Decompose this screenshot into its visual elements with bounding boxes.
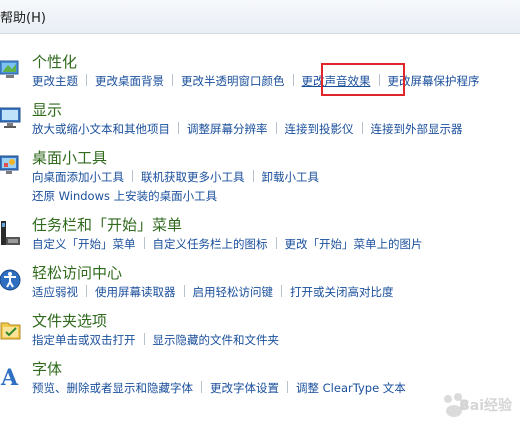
separator (172, 74, 173, 86)
link-add-gadgets[interactable]: 向桌面添加小工具 (32, 170, 124, 184)
links-gadgets-row1: 向桌面添加小工具 联机获取更多小工具 卸载小工具 (32, 169, 319, 185)
category-title-folder-options[interactable]: 文件夹选项 (32, 311, 107, 331)
link-customize-taskbar-icons[interactable]: 自定义任务栏上的图标 (153, 237, 268, 251)
link-preview-fonts[interactable]: 预览、删除或者显示和隐藏字体 (32, 381, 193, 395)
link-show-hidden-files[interactable]: 显示隐藏的文件和文件夹 (153, 333, 280, 347)
separator (252, 170, 254, 182)
menu-help[interactable]: 帮助(H) (0, 11, 46, 27)
links-display: 放大或缩小文本和其他项目 调整屏幕分辨率 连接到投影仪 连接到外部显示器 (32, 121, 463, 137)
links-taskbar: 自定义「开始」菜单 自定义任务栏上的图标 更改「开始」菜单上的图片 (32, 236, 423, 252)
links-gadgets-row2: 还原 Windows 上安装的桌面小工具 (32, 188, 217, 204)
link-enable-ease-of-access-keys[interactable]: 启用轻松访问键 (193, 285, 274, 299)
links-personalization: 更改主题 更改桌面背景 更改半透明窗口颜色 更改声音效果 更改屏幕保护程序 (32, 73, 480, 89)
display-icon (0, 104, 22, 132)
links-fonts: 预览、删除或者显示和隐藏字体 更改字体设置 调整 ClearType 文本 (32, 380, 406, 396)
link-adjust-resolution[interactable]: 调整屏幕分辨率 (187, 122, 268, 136)
link-uninstall-gadget[interactable]: 卸载小工具 (262, 170, 320, 184)
fonts-icon: A (0, 363, 22, 391)
links-ease-of-access: 适应弱视 使用屏幕读取器 启用轻松访问键 打开或关闭高对比度 (32, 284, 394, 300)
separator (143, 237, 145, 249)
link-restore-gadgets[interactable]: 还原 Windows 上安装的桌面小工具 (32, 189, 217, 203)
links-folder-options: 指定单击或双击打开 显示隐藏的文件和文件夹 (32, 332, 279, 348)
category-title-ease-of-access[interactable]: 轻松访问中心 (32, 263, 122, 283)
category-title-gadgets[interactable]: 桌面小工具 (32, 148, 107, 168)
separator (86, 285, 87, 297)
link-toggle-high-contrast[interactable]: 打开或关闭高对比度 (290, 285, 394, 299)
link-change-theme[interactable]: 更改主题 (32, 74, 78, 88)
separator (275, 237, 277, 249)
link-zoom-text[interactable]: 放大或缩小文本和其他项目 (32, 122, 170, 136)
link-adjust-cleartype[interactable]: 调整 ClearType 文本 (296, 381, 406, 395)
menu-bar: 帮助(H) (0, 0, 520, 34)
category-title-fonts[interactable]: 字体 (32, 359, 62, 379)
link-single-double-click[interactable]: 指定单击或双击打开 (32, 333, 136, 347)
ease-of-access-icon (0, 267, 22, 295)
separator (86, 74, 87, 86)
link-use-screen-reader[interactable]: 使用屏幕读取器 (95, 285, 176, 299)
separator (378, 74, 380, 86)
svg-text:A: A (0, 365, 19, 391)
control-panel-content: 个性化 更改主题 更改桌面背景 更改半透明窗口颜色 更改声音效果 更改屏幕保护程序 显示… (0, 34, 520, 423)
separator (292, 74, 294, 86)
category-title-display[interactable]: 显示 (32, 100, 62, 120)
separator (201, 381, 202, 393)
gadgets-icon (0, 152, 22, 180)
link-change-screensaver[interactable]: 更改屏幕保护程序 (388, 74, 480, 88)
personalization-icon (0, 56, 22, 84)
link-change-window-color[interactable]: 更改半透明窗口颜色 (181, 74, 285, 88)
link-connect-external-display[interactable]: 连接到外部显示器 (371, 122, 463, 136)
link-customize-start-menu[interactable]: 自定义「开始」菜单 (32, 237, 136, 251)
separator (281, 285, 282, 297)
folder-options-icon (0, 315, 22, 343)
separator (183, 285, 185, 297)
link-connect-projector[interactable]: 连接到投影仪 (285, 122, 354, 136)
link-change-desktop-background[interactable]: 更改桌面背景 (95, 74, 164, 88)
separator (132, 170, 133, 182)
category-title-taskbar[interactable]: 任务栏和「开始」菜单 (32, 215, 182, 235)
link-adapt-low-vision[interactable]: 适应弱视 (32, 285, 78, 299)
separator (361, 122, 363, 134)
link-change-start-menu-picture[interactable]: 更改「开始」菜单上的图片 (285, 237, 423, 251)
separator (178, 122, 179, 134)
separator (287, 381, 288, 393)
separator (275, 122, 277, 134)
taskbar-icon (0, 219, 22, 247)
separator (143, 333, 145, 345)
link-get-more-gadgets[interactable]: 联机获取更多小工具 (141, 170, 245, 184)
link-change-font-settings[interactable]: 更改字体设置 (210, 381, 279, 395)
category-title-personalization[interactable]: 个性化 (32, 52, 77, 72)
link-change-sound-effects[interactable]: 更改声音效果 (302, 74, 371, 88)
